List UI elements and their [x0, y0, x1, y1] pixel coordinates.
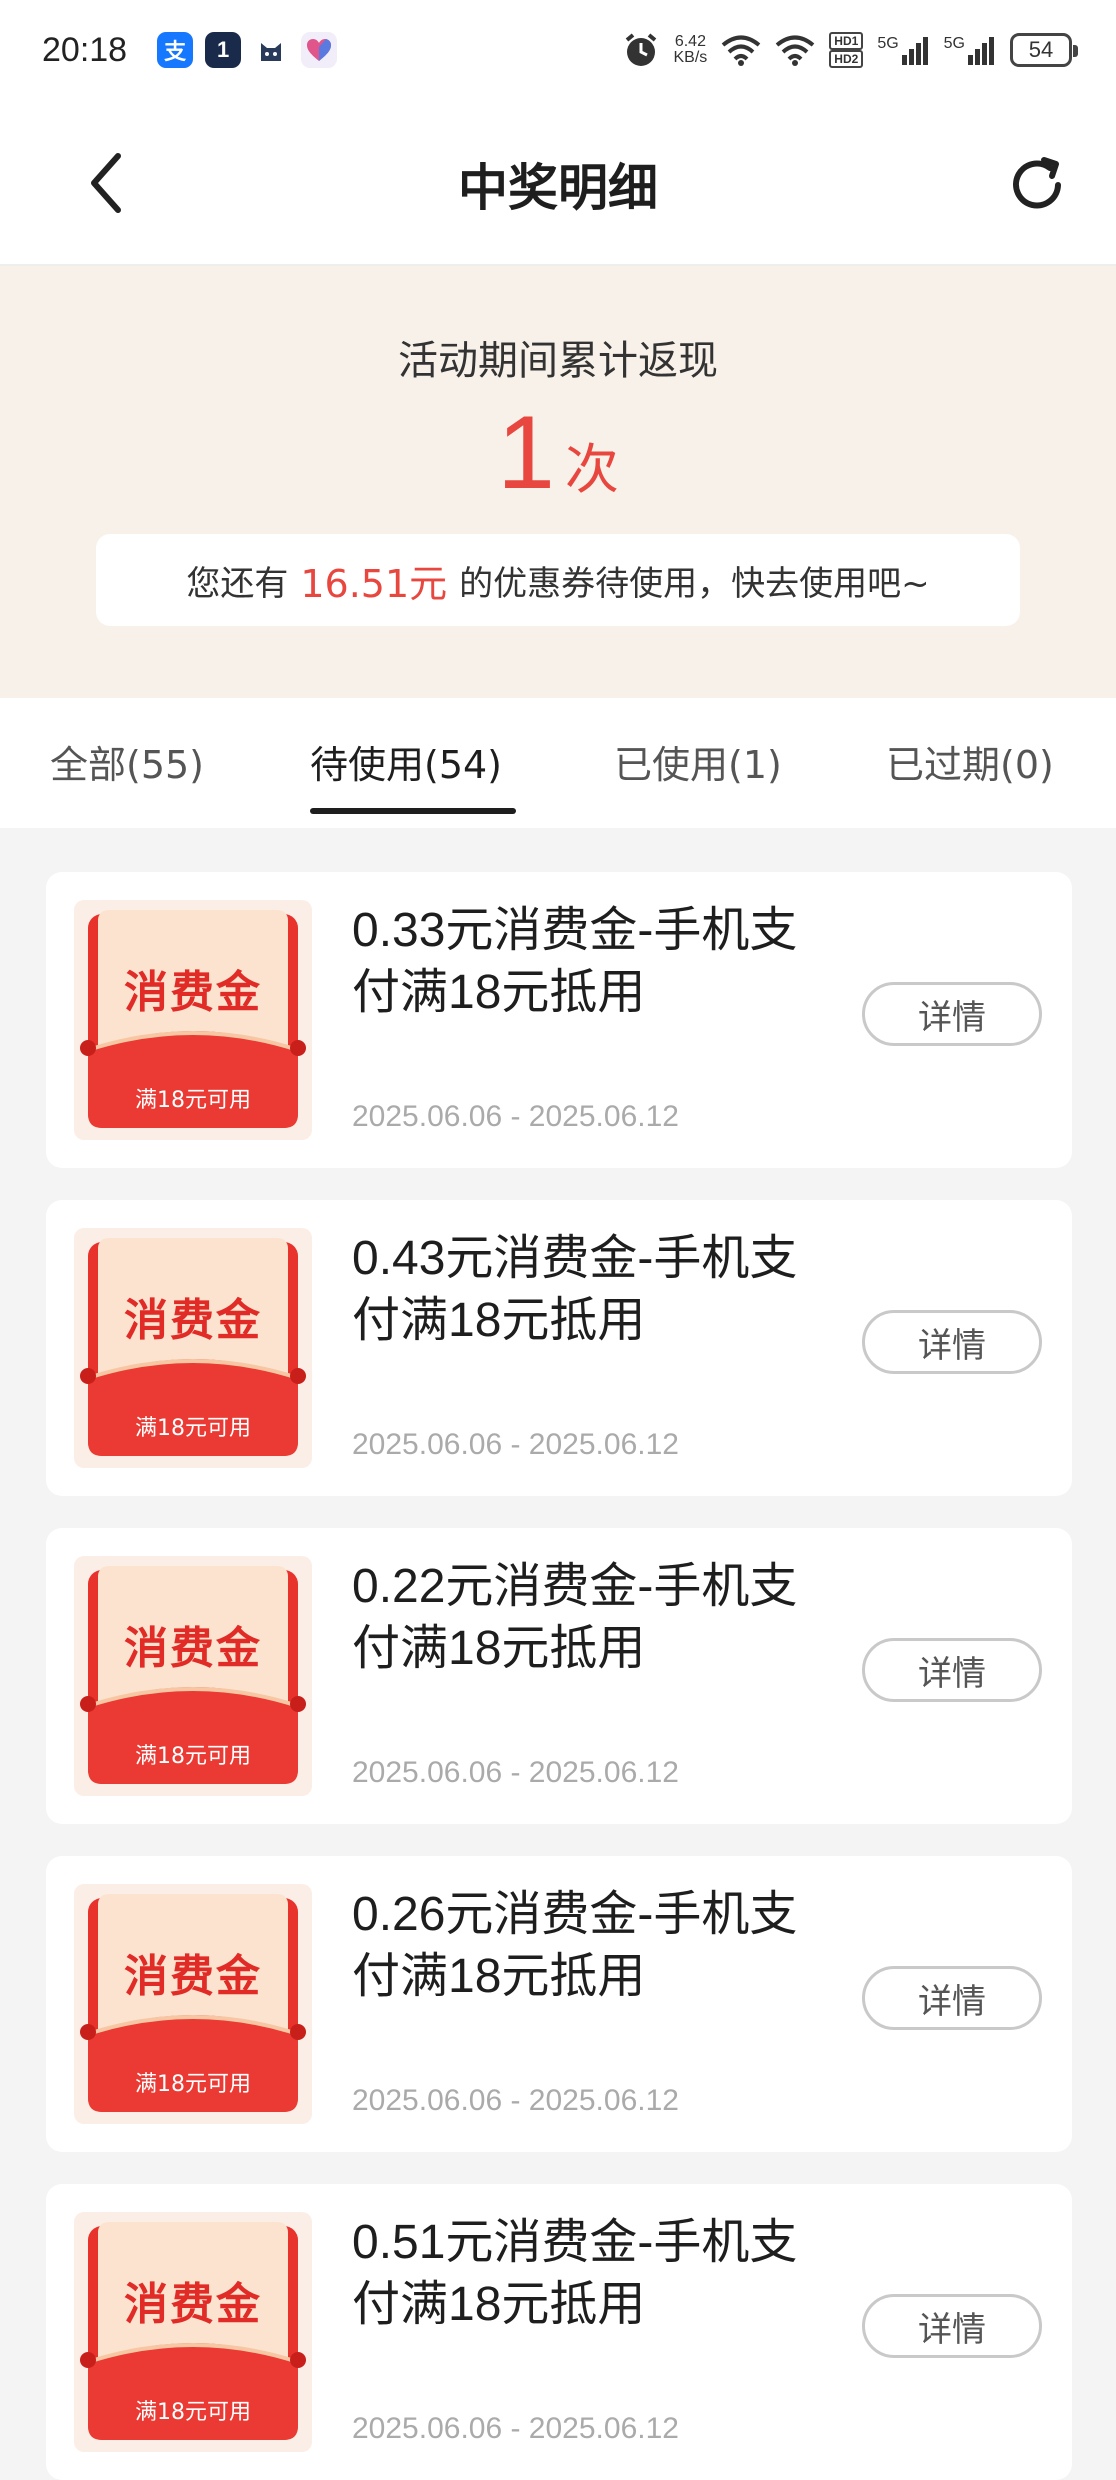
coupon-image: 消费金 满18元可用 [74, 2212, 312, 2452]
coupon-art-subtitle: 满18元可用 [135, 1744, 251, 1769]
coupon-art-subtitle: 满18元可用 [135, 1088, 251, 1113]
wifi-icon [722, 35, 761, 66]
detail-button[interactable]: 详情 [862, 982, 1042, 1046]
tab-expired[interactable]: 已过期(0) [886, 734, 1054, 789]
coupon-art-title: 消费金 [124, 1623, 262, 1674]
notice-suffix: 的优惠券待使用，快去使用吧~ [459, 563, 930, 604]
coupon-art-subtitle: 满18元可用 [135, 2072, 251, 2097]
coupon-title-line2: 付满18元抵用 [352, 1294, 646, 1347]
coupon-validity: 2025.06.06 - 2025.06.12 [352, 1428, 679, 1461]
coupon-title-line1: 0.43元消费金-手机支 [352, 1232, 798, 1285]
alarm-icon [625, 33, 656, 66]
hd-indicator: HD1 HD2 [829, 32, 864, 68]
refresh-button[interactable] [1006, 154, 1068, 216]
coupon-title: 0.51元消费金-手机支 付满18元抵用 [352, 2212, 912, 2336]
coupon-image: 消费金 满18元可用 [74, 1884, 312, 2124]
tab-used[interactable]: 已使用(1) [614, 734, 782, 789]
coupon-art-title: 消费金 [124, 1951, 262, 2002]
coupon-card[interactable]: 消费金 满18元可用 0.43元消费金-手机支 付满18元抵用 2025.06.… [46, 1200, 1072, 1496]
cashback-count-unit: 次 [564, 438, 619, 501]
coupon-title-line2: 付满18元抵用 [352, 966, 646, 1019]
app-header: 中奖明细 [0, 100, 1116, 266]
cat-icon [253, 32, 290, 68]
detail-button[interactable]: 详情 [862, 1638, 1042, 1702]
hd2-label: HD2 [829, 50, 864, 68]
coupon-title-line1: 0.26元消费金-手机支 [352, 1888, 798, 1941]
signal-label-2: 5G [943, 35, 965, 52]
notice-amount: 16.51元 [300, 561, 448, 606]
coupon-validity: 2025.06.06 - 2025.06.12 [352, 1756, 679, 1789]
coupon-validity: 2025.06.06 - 2025.06.12 [352, 1100, 679, 1133]
coupon-image: 消费金 满18元可用 [74, 1556, 312, 1796]
wifi-icon-2 [776, 35, 815, 66]
status-tabs: 全部(55) 待使用(54) 已使用(1) 已过期(0) [0, 698, 1116, 828]
coupon-title: 0.33元消费金-手机支 付满18元抵用 [352, 900, 912, 1024]
summary-label: 活动期间累计返现 [398, 338, 718, 384]
coupon-card[interactable]: 消费金 满18元可用 0.22元消费金-手机支 付满18元抵用 2025.06.… [46, 1528, 1072, 1824]
coupon-art-title: 消费金 [124, 1295, 262, 1346]
battery-level: 54 [1028, 37, 1054, 62]
refresh-icon [1013, 157, 1061, 209]
coupon-title: 0.43元消费金-手机支 付满18元抵用 [352, 1228, 912, 1352]
signal-label-1: 5G [877, 35, 899, 52]
detail-button[interactable]: 详情 [862, 2294, 1042, 2358]
status-time: 20:18 [42, 30, 128, 69]
tab-pending[interactable]: 待使用(54) [310, 734, 502, 789]
hd1-label: HD1 [829, 32, 864, 50]
net-speed-value: 6.42 [674, 33, 706, 50]
coupon-title-line1: 0.33元消费金-手机支 [352, 904, 798, 957]
status-bar: 20:18 支 1 6.42 KB/s HD1 HD2 5G 5G 54 [0, 0, 1116, 100]
status-bar-right: 6.42 KB/s HD1 HD2 5G 5G 54 [608, 31, 1078, 69]
coupon-image: 消费金 满18元可用 [74, 1228, 312, 1468]
coupon-art-subtitle: 满18元可用 [135, 1416, 251, 1441]
net-speed-unit: KB/s [673, 49, 708, 66]
coupon-validity: 2025.06.06 - 2025.06.12 [352, 2412, 679, 2445]
signal-icon-2: 5G [944, 35, 996, 65]
cashback-summary: 活动期间累计返现 1次 您还有 16.51元 的优惠券待使用，快去使用吧~ [0, 266, 1116, 698]
detail-button[interactable]: 详情 [862, 1966, 1042, 2030]
coupon-title: 0.26元消费金-手机支 付满18元抵用 [352, 1884, 912, 2008]
alipay-icon: 支 [157, 32, 194, 68]
coupon-title-line2: 付满18元抵用 [352, 1950, 646, 2003]
coupon-title: 0.22元消费金-手机支 付满18元抵用 [352, 1556, 912, 1680]
status-bar-left: 20:18 支 1 [42, 30, 338, 70]
net-speed: 6.42 KB/s [674, 34, 708, 66]
coupon-art-subtitle: 满18元可用 [135, 2400, 251, 2425]
coupon-image: 消费金 满18元可用 [74, 900, 312, 1140]
coupon-card[interactable]: 消费金 满18元可用 0.33元消费金-手机支 付满18元抵用 2025.06.… [46, 872, 1072, 1168]
coupon-validity: 2025.06.06 - 2025.06.12 [352, 2084, 679, 2117]
page-title: 中奖明细 [458, 159, 658, 217]
app-icon: 1 [205, 32, 242, 68]
heart-icon [301, 32, 338, 68]
notice-prefix: 您还有 [186, 563, 289, 604]
coupon-title-line2: 付满18元抵用 [352, 2278, 646, 2331]
active-tab-indicator [310, 808, 516, 814]
battery-icon: 54 [1010, 33, 1078, 67]
coupon-art-title: 消费金 [124, 967, 262, 1018]
coupon-card[interactable]: 消费金 满18元可用 0.26元消费金-手机支 付满18元抵用 2025.06.… [46, 1856, 1072, 2152]
coupon-title-line1: 0.51元消费金-手机支 [352, 2216, 798, 2269]
coupon-card[interactable]: 消费金 满18元可用 0.51元消费金-手机支 付满18元抵用 2025.06.… [46, 2184, 1072, 2480]
coupon-title-line1: 0.22元消费金-手机支 [352, 1560, 798, 1613]
coupon-art-title: 消费金 [124, 2279, 262, 2330]
detail-button[interactable]: 详情 [862, 1310, 1042, 1374]
cashback-count-value: 1 [497, 395, 555, 511]
cashback-count: 1次 [0, 394, 1116, 513]
coupon-title-line2: 付满18元抵用 [352, 1622, 646, 1675]
signal-icon-1: 5G [877, 35, 929, 65]
tab-all[interactable]: 全部(55) [50, 734, 204, 789]
coupon-notice: 您还有 16.51元 的优惠券待使用，快去使用吧~ [96, 534, 1020, 626]
